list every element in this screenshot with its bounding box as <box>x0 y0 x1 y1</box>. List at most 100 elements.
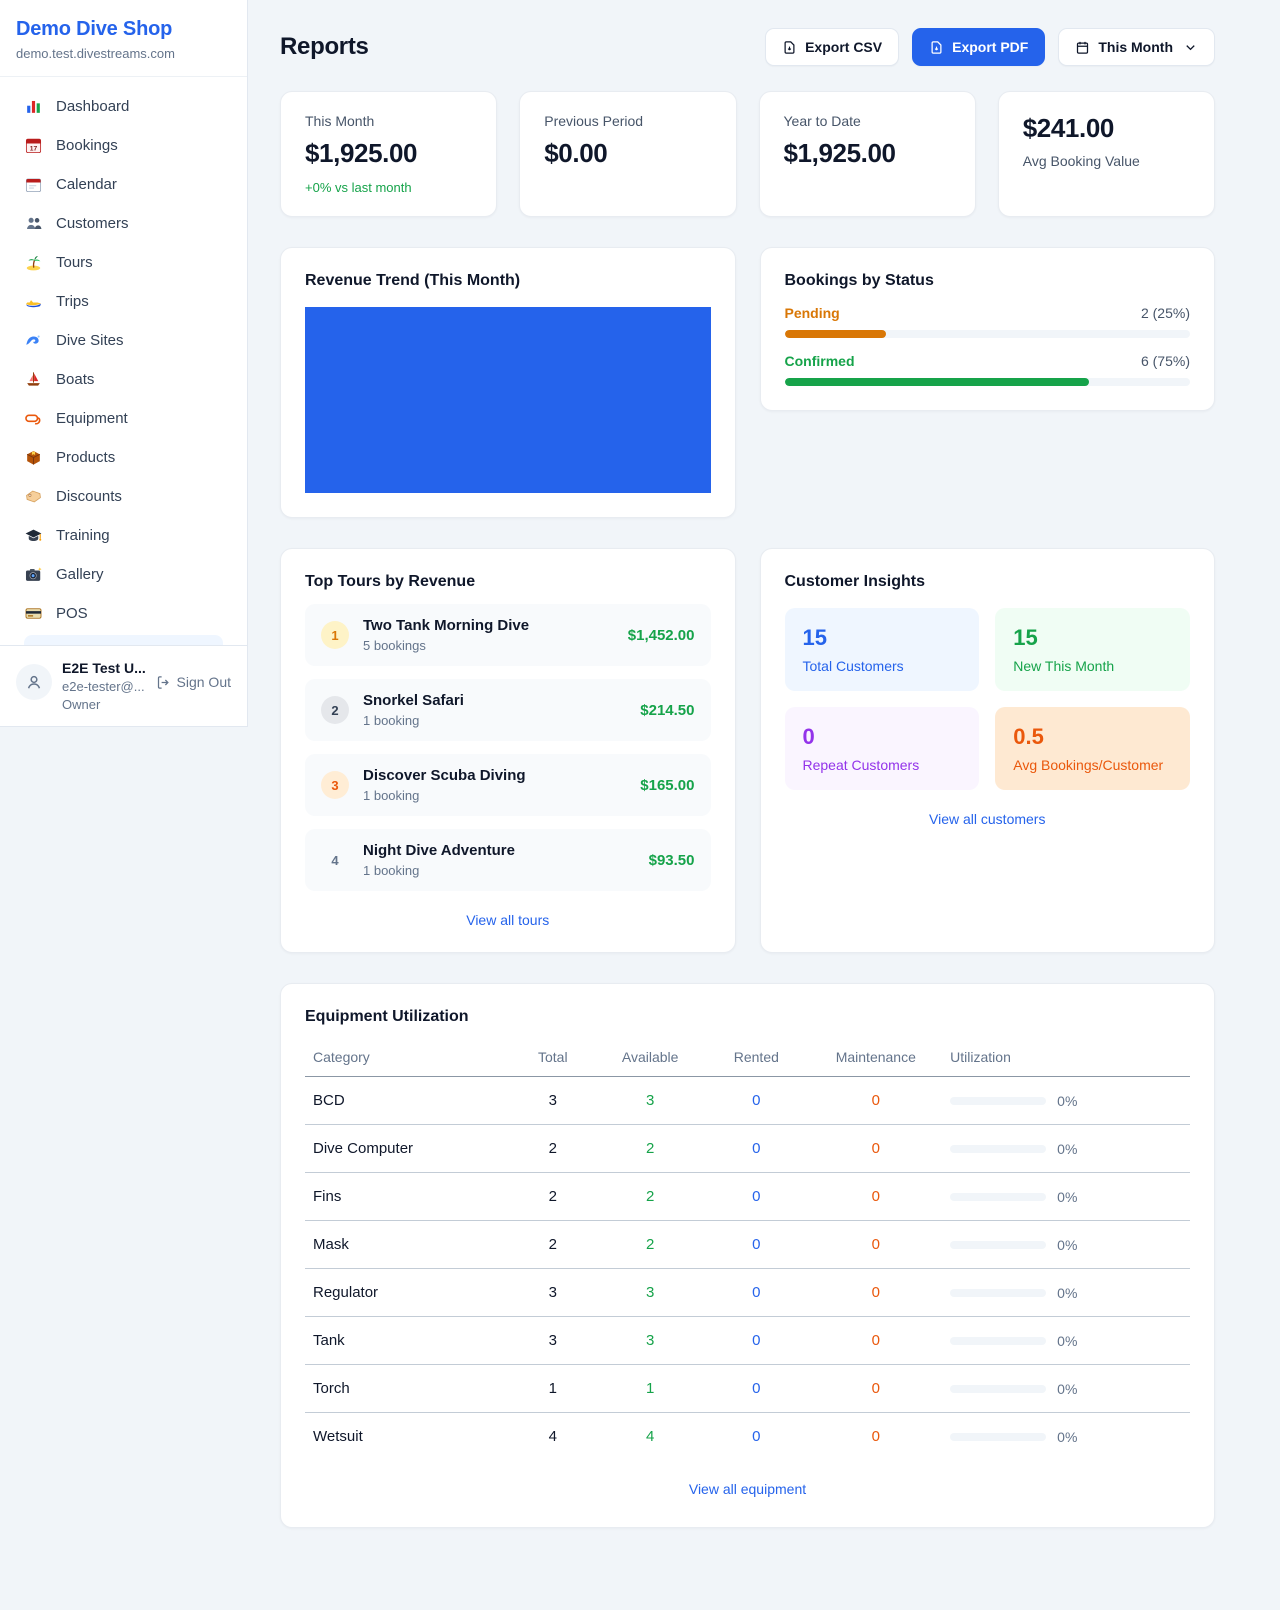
tile-label: Avg Bookings/Customer <box>1013 757 1172 773</box>
sidebar-item-tours[interactable]: Tours <box>12 243 235 282</box>
sidebar-item-label: Boats <box>56 371 94 388</box>
tour-name: Two Tank Morning Dive <box>363 617 529 634</box>
cell-total: 2 <box>509 1173 598 1221</box>
tour-name: Snorkel Safari <box>363 692 464 709</box>
cell-utilization: 0% <box>942 1173 1190 1221</box>
cell-utilization: 0% <box>942 1077 1190 1125</box>
dashboard-icon <box>24 97 43 116</box>
rank-badge: 3 <box>321 771 349 799</box>
cell-rented: 0 <box>703 1413 809 1461</box>
sidebar-item-label: Training <box>56 527 110 544</box>
sign-out-icon <box>156 675 171 690</box>
cell-total: 2 <box>509 1221 598 1269</box>
tour-bookings: 1 booking <box>363 863 515 878</box>
sidebar-item-bookings[interactable]: 17 Bookings <box>12 126 235 165</box>
tour-name: Night Dive Adventure <box>363 842 515 859</box>
cell-maintenance: 0 <box>809 1317 942 1365</box>
page-title: Reports <box>280 33 369 61</box>
cell-total: 4 <box>509 1413 598 1461</box>
gallery-icon <box>24 565 43 584</box>
cell-category: Tank <box>305 1317 509 1365</box>
user-email: e2e-tester@... <box>62 679 146 694</box>
period-dropdown[interactable]: This Month <box>1058 28 1215 66</box>
tour-list-item: 2 Snorkel Safari 1 booking $214.50 <box>305 679 711 741</box>
export-pdf-button[interactable]: Export PDF <box>912 28 1045 66</box>
status-progress-track <box>785 330 1191 338</box>
cell-category: Fins <box>305 1173 509 1221</box>
tour-list-item: 3 Discover Scuba Diving 1 booking $165.0… <box>305 754 711 816</box>
sign-out-button[interactable]: Sign Out <box>156 674 231 690</box>
pos-icon <box>24 604 43 623</box>
stat-card-year-to-date: Year to Date $1,925.00 <box>759 91 976 217</box>
active-nav-highlight-partial <box>24 635 223 645</box>
status-count: 6 (75%) <box>1141 353 1190 369</box>
cell-category: Torch <box>305 1365 509 1413</box>
training-icon <box>24 526 43 545</box>
cell-rented: 0 <box>703 1269 809 1317</box>
tour-name: Discover Scuba Diving <box>363 767 526 784</box>
sidebar-item-discounts[interactable]: Discounts <box>12 477 235 516</box>
view-all-equipment-link[interactable]: View all equipment <box>305 1481 1190 1497</box>
tour-list-item: 1 Two Tank Morning Dive 5 bookings $1,45… <box>305 604 711 666</box>
sidebar-item-products[interactable]: Products <box>12 438 235 477</box>
utilization-track <box>950 1385 1046 1393</box>
cell-available: 3 <box>597 1077 703 1125</box>
tour-amount: $165.00 <box>640 777 694 794</box>
bookings-icon: 17 <box>24 136 43 155</box>
user-meta: E2E Test U... e2e-tester@... Owner <box>62 660 146 712</box>
period-label: This Month <box>1098 39 1173 55</box>
revenue-trend-chart <box>305 307 711 493</box>
export-csv-button[interactable]: Export CSV <box>765 28 899 66</box>
status-label: Pending <box>785 305 840 321</box>
col-available: Available <box>597 1038 703 1077</box>
tour-bookings: 5 bookings <box>363 638 529 653</box>
cell-available: 4 <box>597 1413 703 1461</box>
table-row: Dive Computer 2 2 0 0 0% <box>305 1125 1190 1173</box>
header-actions: Export CSV Export PDF This Month <box>765 28 1215 66</box>
sidebar-item-calendar[interactable]: Calendar <box>12 165 235 204</box>
cell-utilization: 0% <box>942 1269 1190 1317</box>
cell-available: 3 <box>597 1317 703 1365</box>
dive-sites-icon <box>24 331 43 350</box>
tile-value: 15 <box>803 625 962 651</box>
table-row: Tank 3 3 0 0 0% <box>305 1317 1190 1365</box>
sidebar-item-pos[interactable]: POS <box>12 594 235 633</box>
insights-row: Top Tours by Revenue 1 Two Tank Morning … <box>280 548 1215 953</box>
rank-badge: 4 <box>321 846 349 874</box>
svg-text:17: 17 <box>30 145 38 152</box>
revenue-trend-panel: Revenue Trend (This Month) <box>280 247 736 518</box>
sidebar-item-customers[interactable]: Customers <box>12 204 235 243</box>
sidebar-item-label: Equipment <box>56 410 128 427</box>
panel-title: Top Tours by Revenue <box>305 573 711 591</box>
cell-total: 2 <box>509 1125 598 1173</box>
cell-category: Wetsuit <box>305 1413 509 1461</box>
cell-available: 1 <box>597 1365 703 1413</box>
sidebar-item-training[interactable]: Training <box>12 516 235 555</box>
cell-available: 2 <box>597 1221 703 1269</box>
sidebar-item-label: Gallery <box>56 566 104 583</box>
sidebar-item-equipment[interactable]: Equipment <box>12 399 235 438</box>
table-row: Mask 2 2 0 0 0% <box>305 1221 1190 1269</box>
shop-name: Demo Dive Shop <box>16 18 231 41</box>
top-tours-panel: Top Tours by Revenue 1 Two Tank Morning … <box>280 548 736 953</box>
sidebar-item-label: Products <box>56 449 115 466</box>
table-row: Torch 1 1 0 0 0% <box>305 1365 1190 1413</box>
sidebar-item-gallery[interactable]: Gallery <box>12 555 235 594</box>
tour-bookings: 1 booking <box>363 713 464 728</box>
sidebar-item-dive-sites[interactable]: Dive Sites <box>12 321 235 360</box>
sidebar-item-dashboard[interactable]: Dashboard <box>12 87 235 126</box>
stat-label: Previous Period <box>544 113 711 129</box>
col-total: Total <box>509 1038 598 1077</box>
sidebar-header: Demo Dive Shop demo.test.divestreams.com <box>0 0 247 77</box>
cell-total: 3 <box>509 1077 598 1125</box>
sidebar-item-boats[interactable]: Boats <box>12 360 235 399</box>
tile-avg-bookings-customer: 0.5 Avg Bookings/Customer <box>995 707 1190 790</box>
utilization-track <box>950 1289 1046 1297</box>
sidebar-item-trips[interactable]: Trips <box>12 282 235 321</box>
tour-amount: $214.50 <box>640 702 694 719</box>
bookings-by-status-panel: Bookings by Status Pending 2 (25%) Confi… <box>760 247 1216 411</box>
view-all-customers-link[interactable]: View all customers <box>785 811 1191 827</box>
file-download-icon <box>929 40 944 55</box>
cell-total: 3 <box>509 1317 598 1365</box>
view-all-tours-link[interactable]: View all tours <box>305 912 711 928</box>
